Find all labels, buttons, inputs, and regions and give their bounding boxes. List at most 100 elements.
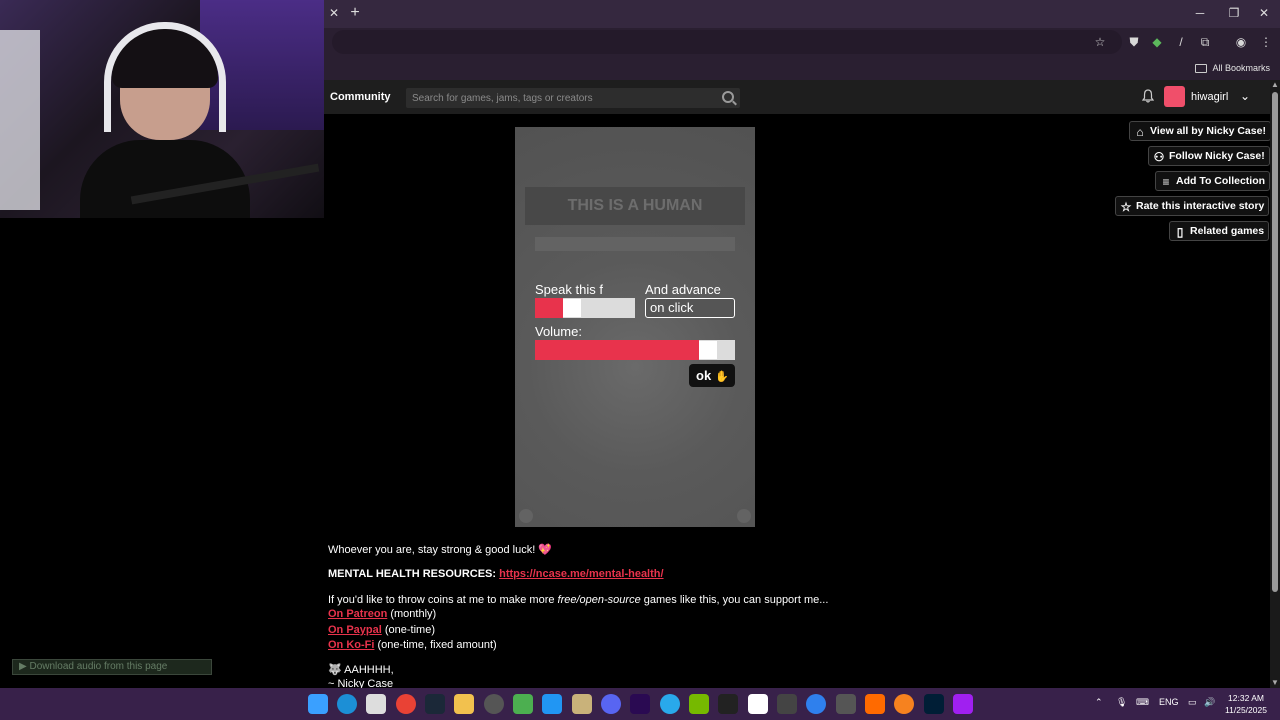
play-icon: ▶ (19, 661, 30, 672)
username[interactable]: hiwagirl (1191, 91, 1228, 103)
desc-mental-health: MENTAL HEALTH RESOURCES: https://ncase.m… (328, 568, 664, 580)
download-audio-bar[interactable]: ▶ Download audio from this page (12, 659, 212, 675)
app-orange-icon[interactable] (865, 694, 885, 714)
chrome-icon[interactable] (396, 694, 416, 714)
community-link[interactable]: Community (330, 91, 391, 103)
follow-button[interactable]: ⚇ Follow Nicky Case! (1148, 146, 1270, 166)
steam-icon[interactable] (425, 694, 445, 714)
minimize-icon[interactable]: ─ (1190, 5, 1210, 21)
store-icon: ⌂ (1136, 125, 1144, 139)
discord-icon[interactable] (601, 694, 621, 714)
view-all-button[interactable]: ⌂ View all by Nicky Case! (1129, 121, 1271, 141)
cloudflare-icon[interactable] (894, 694, 914, 714)
app-blue-icon[interactable] (542, 694, 562, 714)
nvidia-icon[interactable] (689, 694, 709, 714)
slider-knob[interactable] (699, 341, 717, 359)
star-icon[interactable]: ☆ (1092, 34, 1108, 50)
app-lock-icon[interactable] (572, 694, 592, 714)
page-scrollbar[interactable]: ▲ ▼ (1270, 80, 1280, 688)
taskbar: ⌃ 🎙 ⌨ ENG ▭ 🔊 12:32 AM 11/25/2025 (0, 688, 1280, 720)
scroll-thumb[interactable] (1272, 92, 1278, 592)
clock-time: 12:32 AM (1228, 693, 1264, 703)
search-icon[interactable] (722, 91, 734, 103)
volume-icon[interactable]: 🔊 (1204, 697, 1215, 708)
volume-label: Volume: (535, 324, 582, 339)
tray-chevron-icon[interactable]: ⌃ (1095, 697, 1103, 708)
epic-games-icon[interactable] (718, 694, 738, 714)
close-window-icon[interactable]: ✕ (1254, 5, 1274, 21)
desc-signoff: 🐺 AAHHHH, (328, 664, 394, 676)
tab-strip: ✕ + ─ ❐ ✕ (324, 0, 1280, 28)
mental-health-link[interactable]: https://ncase.me/mental-health/ (499, 568, 663, 580)
advance-select[interactable]: on click (645, 298, 735, 318)
map-icon: ▯ (1176, 225, 1184, 239)
app-check-icon[interactable] (806, 694, 826, 714)
ok-button[interactable]: ok ✋ (689, 364, 735, 387)
obs-icon[interactable] (484, 694, 504, 714)
edge-icon[interactable] (337, 694, 357, 714)
search-input[interactable] (406, 88, 706, 109)
kofi-link[interactable]: On Ko-Fi (328, 639, 374, 651)
playlist-add-icon: ≡ (1162, 175, 1170, 189)
add-collection-button[interactable]: ≡ Add To Collection (1155, 171, 1271, 191)
telegram-icon[interactable] (660, 694, 680, 714)
paypal-link[interactable]: On Paypal (328, 624, 382, 636)
language-indicator[interactable]: ENG (1159, 697, 1179, 707)
volume-slider[interactable] (535, 340, 735, 360)
bookmarks-bar: All Bookmarks (324, 56, 1280, 80)
slider-fill (535, 340, 699, 360)
speak-speed-slider[interactable] (535, 298, 635, 318)
scroll-down-icon[interactable]: ▼ (1270, 678, 1280, 688)
search-box[interactable] (406, 88, 740, 109)
game-frame[interactable]: THIS IS A HUMAN Speak this f And advance… (515, 127, 755, 527)
extension-green-icon[interactable]: ◆ (1149, 34, 1165, 50)
app-green-icon[interactable] (513, 694, 533, 714)
windows-start-icon[interactable] (308, 694, 328, 714)
headphones (104, 22, 226, 132)
desc-paypal: On Paypal (one-time) (328, 624, 435, 636)
avatar[interactable] (1164, 86, 1185, 107)
hand-wave-icon: ✋ (715, 371, 729, 383)
file-explorer-icon[interactable] (454, 694, 474, 714)
desc-line-1: Whoever you are, stay strong & good luck… (328, 544, 553, 556)
notepad-icon[interactable] (748, 694, 768, 714)
app-gray-icon[interactable] (777, 694, 797, 714)
photoshop-icon[interactable] (924, 694, 944, 714)
maximize-icon[interactable]: ❐ (1224, 5, 1244, 21)
system-clock[interactable]: 12:32 AM 11/25/2025 (1220, 692, 1272, 716)
add-user-icon: ⚇ (1153, 150, 1165, 164)
new-tab-icon[interactable]: + (346, 4, 364, 22)
menu-kebab-icon[interactable]: ⋮ (1258, 34, 1274, 50)
speak-speed-label: Speak this f (535, 282, 603, 297)
game-banner: THIS IS A HUMAN (525, 187, 745, 225)
rate-button[interactable]: ☆ Rate this interactive story (1115, 196, 1270, 216)
corner-icon-right[interactable] (737, 509, 751, 523)
wolf-icon: 🐺 (328, 664, 342, 676)
all-bookmarks[interactable]: All Bookmarks (1195, 60, 1270, 76)
store-app-icon[interactable] (366, 694, 386, 714)
chevron-down-icon[interactable]: ⌄ (1240, 89, 1250, 103)
game-blurred-row (535, 237, 735, 251)
star-outline-icon: ☆ (1120, 200, 1132, 214)
premiere-icon[interactable] (630, 694, 650, 714)
related-games-button[interactable]: ▯ Related games (1169, 221, 1270, 241)
puzzle-icon[interactable]: ⧉ (1197, 34, 1213, 50)
shield-extension-icon[interactable]: ⛊ (1126, 34, 1142, 50)
keyboard-icon[interactable]: ⌨ (1136, 697, 1149, 708)
extension-slash-icon[interactable]: / (1173, 34, 1189, 50)
close-tab-icon[interactable]: ✕ (327, 6, 341, 20)
network-icon[interactable]: ▭ (1188, 697, 1197, 708)
profile-icon[interactable]: ◉ (1233, 34, 1249, 50)
slider-knob[interactable] (563, 299, 581, 317)
scroll-up-icon[interactable]: ▲ (1270, 80, 1280, 90)
corner-icon-left[interactable] (519, 509, 533, 523)
desc-coins: If you'd like to throw coins at me to ma… (328, 594, 829, 606)
patreon-link[interactable]: On Patreon (328, 608, 387, 620)
mic-icon[interactable]: 🎙 (1116, 697, 1127, 708)
app-pen-icon[interactable] (836, 694, 856, 714)
app-r-icon[interactable] (953, 694, 973, 714)
advance-label: And advance (645, 282, 721, 297)
bell-icon[interactable] (1142, 89, 1154, 103)
address-bar[interactable] (332, 30, 1122, 54)
pc-case (0, 30, 40, 210)
